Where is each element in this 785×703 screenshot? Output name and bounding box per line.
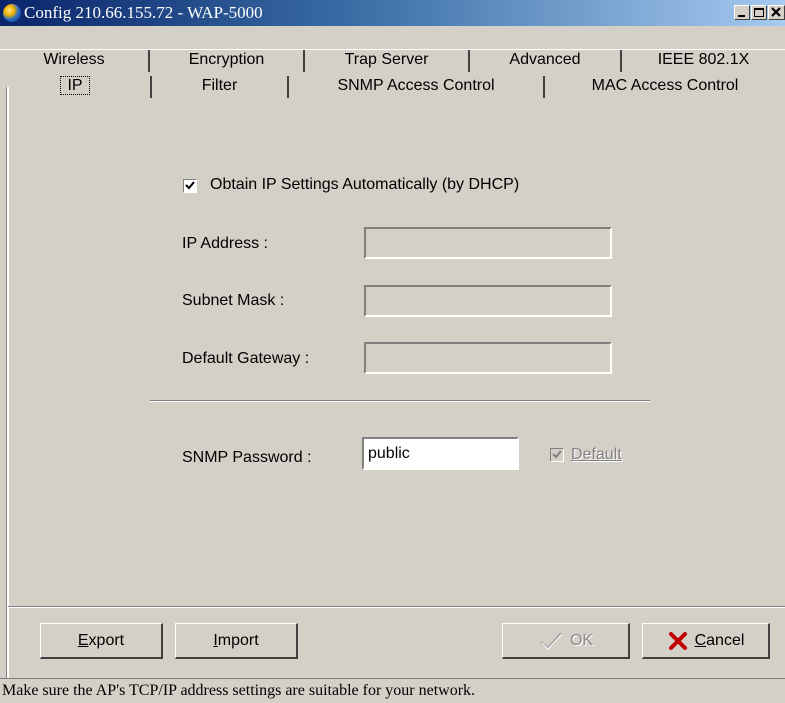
cancel-label: ancel	[706, 632, 745, 649]
default-gateway-label: Default Gateway :	[182, 350, 310, 367]
tab-advanced[interactable]: Advanced	[470, 50, 622, 72]
cancel-button[interactable]: Cancel	[642, 623, 770, 659]
maximize-icon	[754, 8, 764, 17]
tab-trap-server[interactable]: Trap Server	[305, 50, 470, 72]
tab-wireless[interactable]: Wireless	[0, 50, 150, 72]
export-label: xport	[88, 632, 125, 649]
tab-label: IEEE 802.1X	[657, 51, 750, 68]
ok-label: OK	[569, 632, 594, 649]
tab-label: SNMP Access Control	[337, 77, 495, 94]
close-button[interactable]	[768, 5, 785, 20]
status-text: Make sure the AP's TCP/IP address settin…	[2, 682, 476, 699]
import-button[interactable]: Import	[175, 623, 298, 659]
tab-ieee-8021x[interactable]: IEEE 802.1X	[622, 50, 785, 72]
tab-label: Wireless	[43, 51, 105, 68]
tab-row-1: Wireless Encryption Trap Server Advanced…	[0, 49, 785, 72]
subnet-mask-field[interactable]	[364, 285, 612, 317]
cancel-mnemonic: C	[694, 632, 707, 649]
dhcp-label[interactable]: Obtain IP Settings Automatically (by DHC…	[210, 176, 519, 194]
tab-label: MAC Access Control	[591, 77, 739, 94]
status-bar: Make sure the AP's TCP/IP address settin…	[0, 678, 785, 703]
tab-ip[interactable]: IP	[0, 76, 152, 98]
import-label: mport	[217, 632, 259, 649]
export-button[interactable]: Export	[40, 623, 163, 659]
tab-filter[interactable]: Filter	[152, 76, 289, 98]
close-icon	[771, 7, 781, 17]
ip-address-field[interactable]	[364, 227, 612, 259]
default-checkbox[interactable]	[550, 448, 564, 462]
tab-label: Filter	[201, 77, 238, 94]
checkmark-icon	[540, 632, 563, 650]
tab-encryption[interactable]: Encryption	[150, 50, 305, 72]
ok-button[interactable]: OK	[502, 623, 630, 659]
title-bar[interactable]: Config 210.66.155.72 - WAP-5000	[0, 0, 785, 26]
tab-row-2: IP Filter SNMP Access Control MAC Access…	[0, 76, 785, 98]
button-area-divider	[8, 606, 785, 608]
check-icon	[552, 450, 562, 459]
panel-left-edge	[6, 87, 9, 678]
tab-label: IP	[60, 76, 90, 95]
tab-label: Encryption	[188, 51, 265, 68]
default-label: Default	[571, 446, 622, 463]
default-gateway-field[interactable]	[364, 342, 612, 374]
tab-snmp-access-control[interactable]: SNMP Access Control	[289, 76, 545, 98]
minimize-button[interactable]	[734, 5, 750, 20]
ip-address-label: IP Address :	[182, 235, 268, 252]
x-icon	[668, 631, 687, 650]
check-icon	[185, 181, 195, 190]
app-globe-icon	[3, 4, 21, 22]
tab-mac-access-control[interactable]: MAC Access Control	[545, 76, 785, 98]
subnet-mask-label: Subnet Mask :	[182, 292, 285, 309]
minimize-icon	[738, 15, 745, 17]
maximize-button[interactable]	[751, 5, 767, 20]
config-window: Config 210.66.155.72 - WAP-5000 Wireless…	[0, 0, 785, 703]
window-title: Config 210.66.155.72 - WAP-5000	[24, 3, 263, 22]
tab-label: Trap Server	[344, 51, 429, 68]
section-divider	[150, 400, 650, 402]
tab-label: Advanced	[509, 51, 581, 68]
snmp-password-input[interactable]: public	[362, 437, 519, 470]
export-mnemonic: E	[77, 632, 89, 649]
dhcp-checkbox[interactable]	[183, 179, 197, 193]
snmp-password-label: SNMP Password :	[182, 449, 312, 466]
